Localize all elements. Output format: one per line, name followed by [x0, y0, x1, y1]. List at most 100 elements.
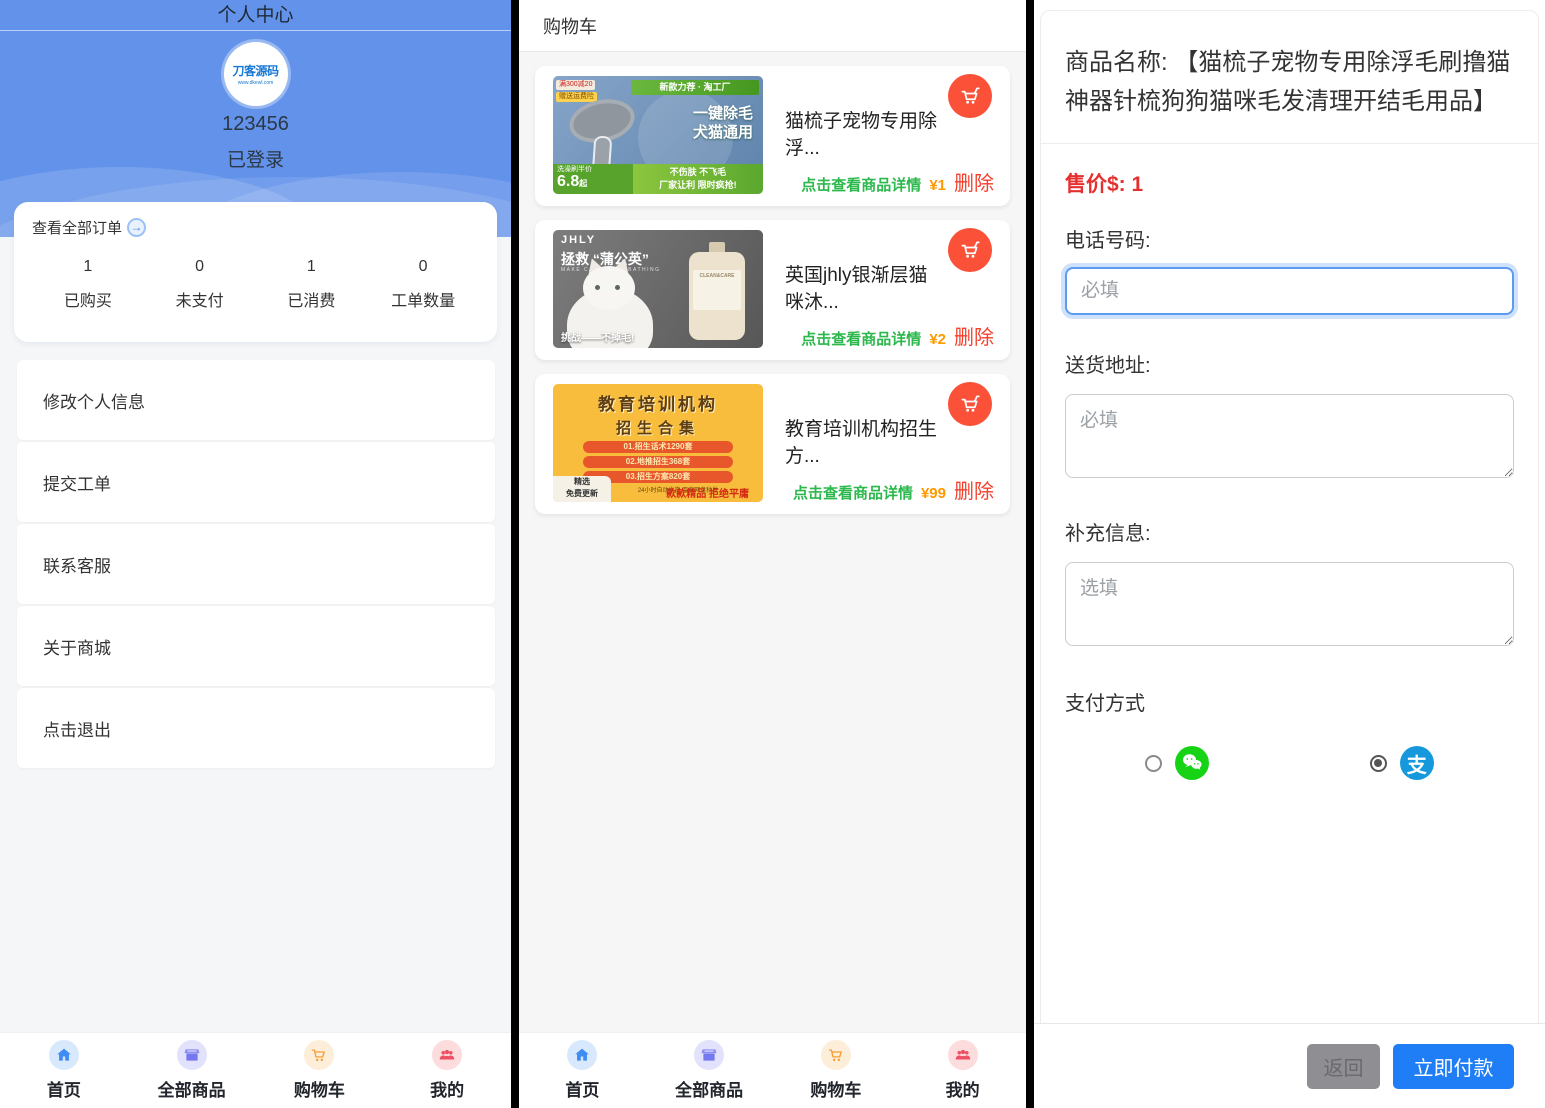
stat-label: 工单数量	[367, 287, 479, 311]
phone-input[interactable]	[1065, 267, 1514, 315]
profile-menu: 修改个人信息 提交工单 联系客服 关于商城 点击退出	[17, 360, 495, 768]
cart-item-actions: 点击查看商品详情 ¥1 删除	[801, 167, 994, 196]
payment-options: 支	[1065, 746, 1514, 780]
cart-badge-icon[interactable]	[948, 382, 992, 426]
cart-panel: 购物车 新款力荐 · 淘工厂 满300减20 赠送运费险 一键除毛 犬猫通用 洗…	[519, 0, 1026, 1108]
item-price: ¥2	[929, 331, 946, 348]
cart-item-title: 教育培训机构招生方...	[785, 414, 940, 468]
delete-button[interactable]: 删除	[954, 321, 994, 350]
cart-item[interactable]: 教育培训机构 招生合集 01.招生话术1290套 02.地推招生368套 03.…	[535, 374, 1010, 514]
menu-item-contact-support[interactable]: 联系客服	[17, 524, 495, 604]
menu-item-about-mall[interactable]: 关于商城	[17, 606, 495, 686]
cart-badge-icon[interactable]	[948, 74, 992, 118]
image-badge: 满300减20	[556, 80, 595, 90]
stat-value: 0	[144, 258, 256, 276]
stat-value: 1	[32, 258, 144, 276]
nav-item-all-products[interactable]: 全部商品	[646, 1033, 773, 1108]
view-detail-link[interactable]: 点击查看商品详情	[801, 328, 921, 349]
nav-item-all-products[interactable]: 全部商品	[128, 1033, 256, 1108]
panel-divider	[1026, 0, 1034, 1108]
nav-item-cart[interactable]: 购物车	[256, 1033, 384, 1108]
cart-item[interactable]: 新款力荐 · 淘工厂 满300减20 赠送运费险 一键除毛 犬猫通用 洗澡刷半价…	[535, 66, 1010, 206]
wechat-icon[interactable]	[1175, 746, 1209, 780]
stat-label: 未支付	[144, 287, 256, 311]
cart-item-title: 英国jhly银渐层猫咪沐...	[785, 260, 940, 314]
image-list-bar: 02.地推招生368套	[583, 456, 733, 468]
cart-item[interactable]: JHLY 拯救 “蒲公英” MAKE CATS LOVE BATHING CLE…	[535, 220, 1010, 360]
page-title: 个人中心	[0, 0, 511, 31]
nav-item-home[interactable]: 首页	[519, 1033, 646, 1108]
pay-now-button[interactable]: 立即付款	[1393, 1044, 1514, 1089]
view-all-orders[interactable]: 查看全部订单 →	[32, 217, 479, 238]
cart-badge-icon[interactable]	[948, 228, 992, 272]
nav-label: 购物车	[810, 1076, 861, 1101]
login-status: 已登录	[0, 145, 511, 172]
wechat-radio[interactable]	[1145, 755, 1162, 772]
image-title: 招生合集	[553, 417, 763, 438]
stat-value: 0	[367, 258, 479, 276]
alipay-icon[interactable]: 支	[1400, 746, 1434, 780]
cat-graphic	[615, 285, 620, 290]
image-slogan: 款款精品 拒绝平庸	[666, 485, 749, 500]
cart-item-title: 猫梳子宠物专用除浮...	[785, 106, 940, 160]
delete-button[interactable]: 删除	[954, 167, 994, 196]
bottom-nav: 首页 全部商品 购物车 我的	[0, 1032, 511, 1108]
panel-divider	[511, 0, 519, 1108]
nav-label: 购物车	[294, 1076, 345, 1101]
avatar[interactable]: 刀客源码 www.dkewl.com	[224, 42, 288, 106]
avatar-logo-url: www.dkewl.com	[238, 80, 274, 86]
product-name: 商品名称: 【猫梳子宠物专用除浮毛刷撸猫神器针梳狗狗猫咪毛发清理开结毛用品】	[1065, 43, 1514, 121]
extra-info-input[interactable]	[1065, 562, 1514, 646]
nav-item-cart[interactable]: 购物车	[773, 1033, 900, 1108]
cart-page-title: 购物车	[519, 0, 1026, 52]
nav-label: 首页	[47, 1076, 81, 1101]
stat-purchased: 1 已购买	[32, 258, 144, 311]
cart-item-actions: 点击查看商品详情 ¥2 删除	[801, 321, 994, 350]
store-icon	[177, 1040, 207, 1070]
nav-label: 首页	[565, 1076, 599, 1101]
menu-item-submit-ticket[interactable]: 提交工单	[17, 442, 495, 522]
product-image-education: 教育培训机构 招生合集 01.招生话术1290套 02.地推招生368套 03.…	[553, 384, 763, 502]
order-footer: 返回 立即付款	[1034, 1023, 1545, 1108]
image-banner-text: 新款力荐 · 淘工厂	[631, 80, 759, 95]
stat-value: 1	[256, 258, 368, 276]
image-footer-text: 挑战——不掉毛!	[561, 329, 634, 344]
stat-tickets: 0 工单数量	[367, 258, 479, 311]
alipay-radio[interactable]	[1370, 755, 1387, 772]
menu-item-edit-profile[interactable]: 修改个人信息	[17, 360, 495, 440]
cat-graphic	[583, 266, 635, 310]
item-price: ¥99	[921, 485, 946, 502]
extra-info-label: 补充信息:	[1065, 517, 1514, 546]
personal-center-panel: 个人中心 刀客源码 www.dkewl.com 123456 已登录 查看全部订…	[0, 0, 511, 1108]
address-input[interactable]	[1065, 394, 1514, 478]
phone-label: 电话号码:	[1065, 224, 1514, 253]
view-all-orders-label: 查看全部订单	[32, 217, 122, 238]
view-detail-link[interactable]: 点击查看商品详情	[801, 174, 921, 195]
nav-item-mine[interactable]: 我的	[383, 1033, 511, 1108]
home-icon	[49, 1040, 79, 1070]
address-label: 送货地址:	[1065, 349, 1514, 378]
price-line: 售价$: 1	[1065, 168, 1514, 198]
stat-consumed: 1 已消费	[256, 258, 368, 311]
payment-option-alipay[interactable]: 支	[1290, 746, 1515, 780]
cart-item-actions: 点击查看商品详情 ¥99 删除	[793, 475, 994, 504]
payment-option-wechat[interactable]	[1065, 746, 1290, 780]
menu-item-logout[interactable]: 点击退出	[17, 688, 495, 768]
image-headline: 一键除毛 犬猫通用	[693, 104, 753, 142]
username: 123456	[0, 113, 511, 136]
image-brand: JHLY	[561, 234, 596, 246]
delete-button[interactable]: 删除	[954, 475, 994, 504]
item-price: ¥1	[929, 177, 946, 194]
nav-item-mine[interactable]: 我的	[899, 1033, 1026, 1108]
image-title: 教育培训机构	[553, 390, 763, 415]
nav-item-home[interactable]: 首页	[0, 1033, 128, 1108]
stat-label: 已消费	[256, 287, 368, 311]
back-button[interactable]: 返回	[1307, 1044, 1380, 1089]
arrow-right-icon[interactable]: →	[127, 218, 146, 237]
nav-label: 全部商品	[158, 1076, 226, 1101]
view-detail-link[interactable]: 点击查看商品详情	[793, 482, 913, 503]
bottle-label: CLEAN&CARE	[693, 270, 741, 310]
product-image-pet-brush: 新款力荐 · 淘工厂 满300减20 赠送运费险 一键除毛 犬猫通用 洗澡刷半价…	[553, 76, 763, 194]
image-ribbon: 精选 免费更新	[553, 476, 611, 502]
stat-unpaid: 0 未支付	[144, 258, 256, 311]
